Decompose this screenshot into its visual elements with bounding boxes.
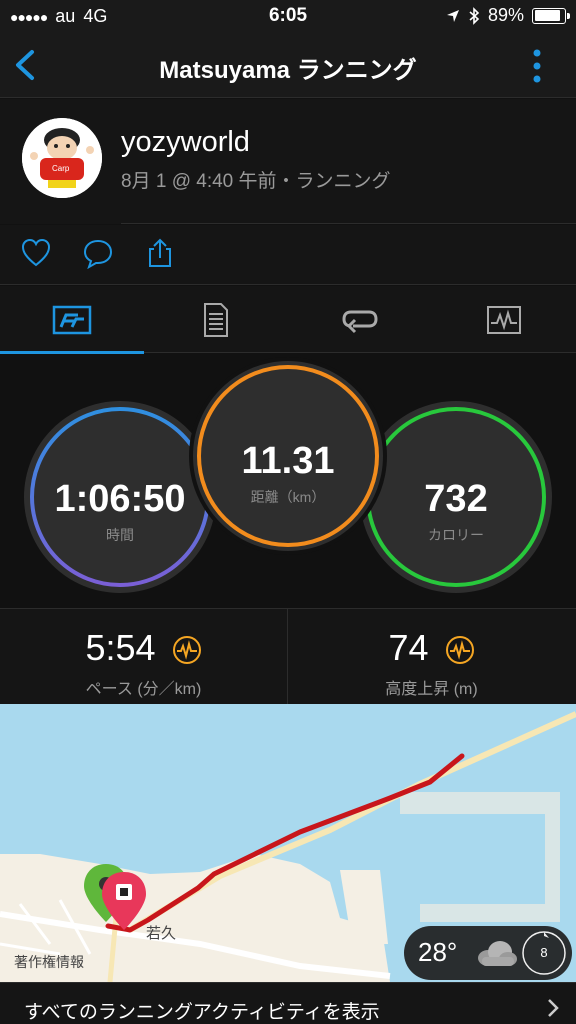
share-icon[interactable] — [144, 237, 176, 269]
distance-label: 距離（km） — [250, 489, 326, 505]
username[interactable]: yozyworld — [121, 126, 250, 159]
map-copyright-link[interactable]: 著作権情報 — [14, 952, 84, 972]
calories-metric: 732 カロリー — [366, 478, 546, 545]
elevation-value: 74 — [388, 627, 429, 668]
pace-insight-icon — [172, 636, 201, 665]
route-map[interactable]: 若久 著作権情報 28° 8 — [0, 704, 576, 982]
document-icon — [204, 302, 228, 337]
status-bar: ●●●●● au 4G 6:05 89% — [0, 0, 576, 32]
weather-badge[interactable]: 28° 8 — [404, 926, 572, 980]
page-title: Matsuyama ランニング — [159, 57, 417, 84]
summary-circles: 1:06:50 時間 11.31 距離（km） 732 カロリー — [0, 354, 576, 608]
activity-date: 8月 1 @ 4:40 午前・ランニング — [121, 171, 391, 192]
weather-temperature: 28° — [418, 937, 458, 967]
stats-row: 5:54 ペース (分／km) 74 高度上昇 (m) — [0, 608, 576, 705]
divider — [121, 223, 576, 224]
all-activities-link[interactable]: すべてのランニングアクティビティを表示 — [0, 982, 576, 1024]
social-actions — [0, 225, 576, 285]
wind-indicator: 8 — [520, 929, 568, 977]
time-label: 時間 — [106, 527, 134, 543]
elevation-insight-icon — [445, 636, 474, 665]
like-heart-icon[interactable] — [20, 237, 52, 269]
comment-bubble-icon[interactable] — [82, 237, 114, 269]
status-right: 89% — [446, 5, 570, 26]
cloud-icon — [478, 941, 517, 966]
tab-overview[interactable] — [0, 286, 144, 354]
battery-icon — [532, 7, 570, 24]
location-icon — [446, 9, 459, 22]
laps-loop-icon — [342, 310, 378, 333]
tab-details[interactable] — [144, 286, 288, 353]
chart-icon — [487, 305, 521, 334]
pace-stat[interactable]: 5:54 ペース (分／km) — [0, 609, 287, 705]
chevron-right-icon — [548, 999, 559, 1017]
time-value: 1:06:50 — [54, 478, 186, 520]
activity-header: Carp yozyworld 8月 1 @ 4:40 午前・ランニング — [0, 99, 576, 224]
more-options-icon[interactable] — [532, 48, 542, 84]
elevation-label: 高度上昇 (m) — [385, 681, 478, 698]
calories-label: カロリー — [428, 527, 484, 543]
pace-value: 5:54 — [85, 627, 156, 668]
tab-laps[interactable] — [288, 286, 432, 353]
distance-value: 11.31 — [241, 440, 335, 482]
battery-fill — [534, 10, 561, 21]
time-metric: 1:06:50 時間 — [30, 478, 210, 545]
distance-metric: 11.31 距離（km） — [198, 440, 378, 507]
elevation-stat[interactable]: 74 高度上昇 (m) — [288, 609, 575, 705]
activity-tabs — [0, 286, 576, 354]
wind-speed: 8 — [540, 945, 548, 960]
bluetooth-icon — [469, 6, 480, 25]
back-chevron-icon[interactable] — [10, 48, 40, 82]
pace-value-row: 5:54 — [0, 627, 287, 669]
avatar[interactable]: Carp — [22, 118, 102, 198]
elevation-value-row: 74 — [288, 627, 575, 669]
tab-charts[interactable] — [432, 286, 576, 353]
calories-value: 732 — [424, 478, 488, 520]
overview-icon — [52, 305, 92, 334]
avatar-image: Carp — [22, 118, 102, 198]
place-label: 若久 — [146, 925, 177, 942]
pace-label: ペース (分／km) — [85, 681, 202, 698]
nav-bar: Matsuyama ランニング — [0, 32, 576, 98]
battery-percent: 89% — [487, 5, 524, 25]
all-activities-text: すべてのランニングアクティビティを表示 — [24, 1002, 380, 1023]
svg-text:Carp: Carp — [52, 164, 70, 173]
